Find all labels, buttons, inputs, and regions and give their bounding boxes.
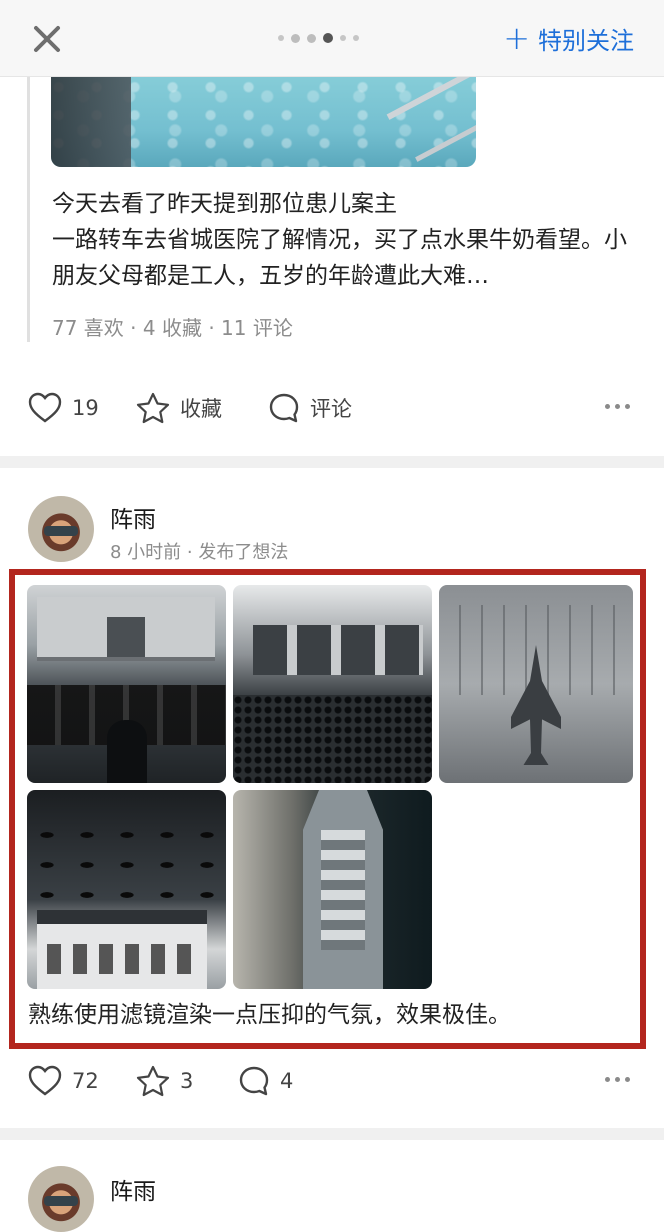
post-divider	[0, 456, 664, 468]
post-actions: 72 3 4	[0, 1061, 664, 1101]
tanks-shape	[253, 625, 423, 675]
page-dot-active	[323, 33, 333, 43]
heart-icon	[28, 1065, 62, 1096]
ship-shape	[303, 790, 383, 989]
post-image-helicopters[interactable]	[27, 790, 226, 989]
page-dot	[291, 33, 300, 43]
post-time-subline: 8 小时前 · 发布了想法	[110, 542, 289, 563]
post-text-paragraph: 一路转车去省城医院了解情况，买了点水果牛奶看望。小朋友父母都是工人，五岁的年龄遭…	[52, 227, 627, 289]
helicopters-shape	[27, 820, 226, 910]
comment-button[interactable]: 4	[238, 1061, 293, 1101]
post-actions: 19 收藏 评论	[0, 388, 664, 428]
plus-icon: +	[503, 19, 530, 57]
top-bar: + 特别关注	[0, 0, 664, 77]
post-image-government-building[interactable]	[27, 585, 226, 783]
post-image-fighter-jet[interactable]	[439, 585, 633, 783]
post-divider	[0, 1128, 664, 1140]
page-dot	[353, 35, 359, 41]
troops-shape	[233, 695, 432, 783]
comment-bubble-icon	[269, 393, 299, 423]
author-name[interactable]: 阵雨	[110, 500, 156, 534]
building-shape	[37, 597, 215, 661]
post-stats: 77 喜欢 · 4 收藏 · 11 评论	[52, 316, 293, 340]
avatar[interactable]	[28, 496, 94, 562]
more-options-icon[interactable]	[605, 404, 630, 409]
repost-quote-bar	[27, 76, 30, 342]
bed-rail	[51, 76, 131, 167]
collect-count: 3	[180, 1069, 194, 1093]
comment-label: 评论	[310, 397, 352, 421]
person-silhouette	[107, 720, 147, 783]
close-icon[interactable]	[30, 22, 64, 56]
page-dot	[278, 35, 284, 41]
like-count: 19	[72, 396, 99, 420]
post-image-hospital[interactable]	[51, 76, 476, 167]
star-icon	[136, 1065, 170, 1097]
page-dot	[307, 33, 316, 43]
avatar[interactable]	[28, 1166, 94, 1232]
comment-button[interactable]: 评论	[268, 388, 352, 428]
author-name[interactable]: 阵雨	[110, 1172, 156, 1206]
like-button[interactable]: 72	[28, 1061, 99, 1101]
page-indicator	[278, 32, 359, 44]
like-button[interactable]: 19	[28, 388, 99, 428]
post-body-text[interactable]: 今天去看了昨天提到那位患儿案主 一路转车去省城医院了解情况，买了点水果牛奶看望。…	[52, 186, 632, 294]
post-text-line: 今天去看了昨天提到那位患儿案主	[52, 191, 397, 217]
comment-bubble-icon	[239, 1066, 269, 1096]
post-caption[interactable]: 熟练使用滤镜渲染一点压抑的气氛，效果极佳。	[28, 998, 638, 1032]
house-shape	[37, 910, 207, 989]
heart-icon	[28, 392, 62, 423]
special-follow-button[interactable]: + 特别关注	[503, 20, 634, 56]
special-follow-label: 特别关注	[538, 26, 634, 55]
like-count: 72	[72, 1069, 99, 1093]
collect-button[interactable]: 3	[136, 1061, 193, 1101]
collect-label: 收藏	[180, 397, 222, 421]
post-image-military-parade[interactable]	[233, 585, 432, 783]
page-dot	[340, 35, 346, 41]
collect-button[interactable]: 收藏	[136, 388, 222, 428]
star-icon	[136, 392, 170, 424]
post-image-aircraft-carrier[interactable]	[233, 790, 432, 989]
comment-count: 4	[280, 1069, 294, 1093]
more-options-icon[interactable]	[605, 1077, 630, 1082]
